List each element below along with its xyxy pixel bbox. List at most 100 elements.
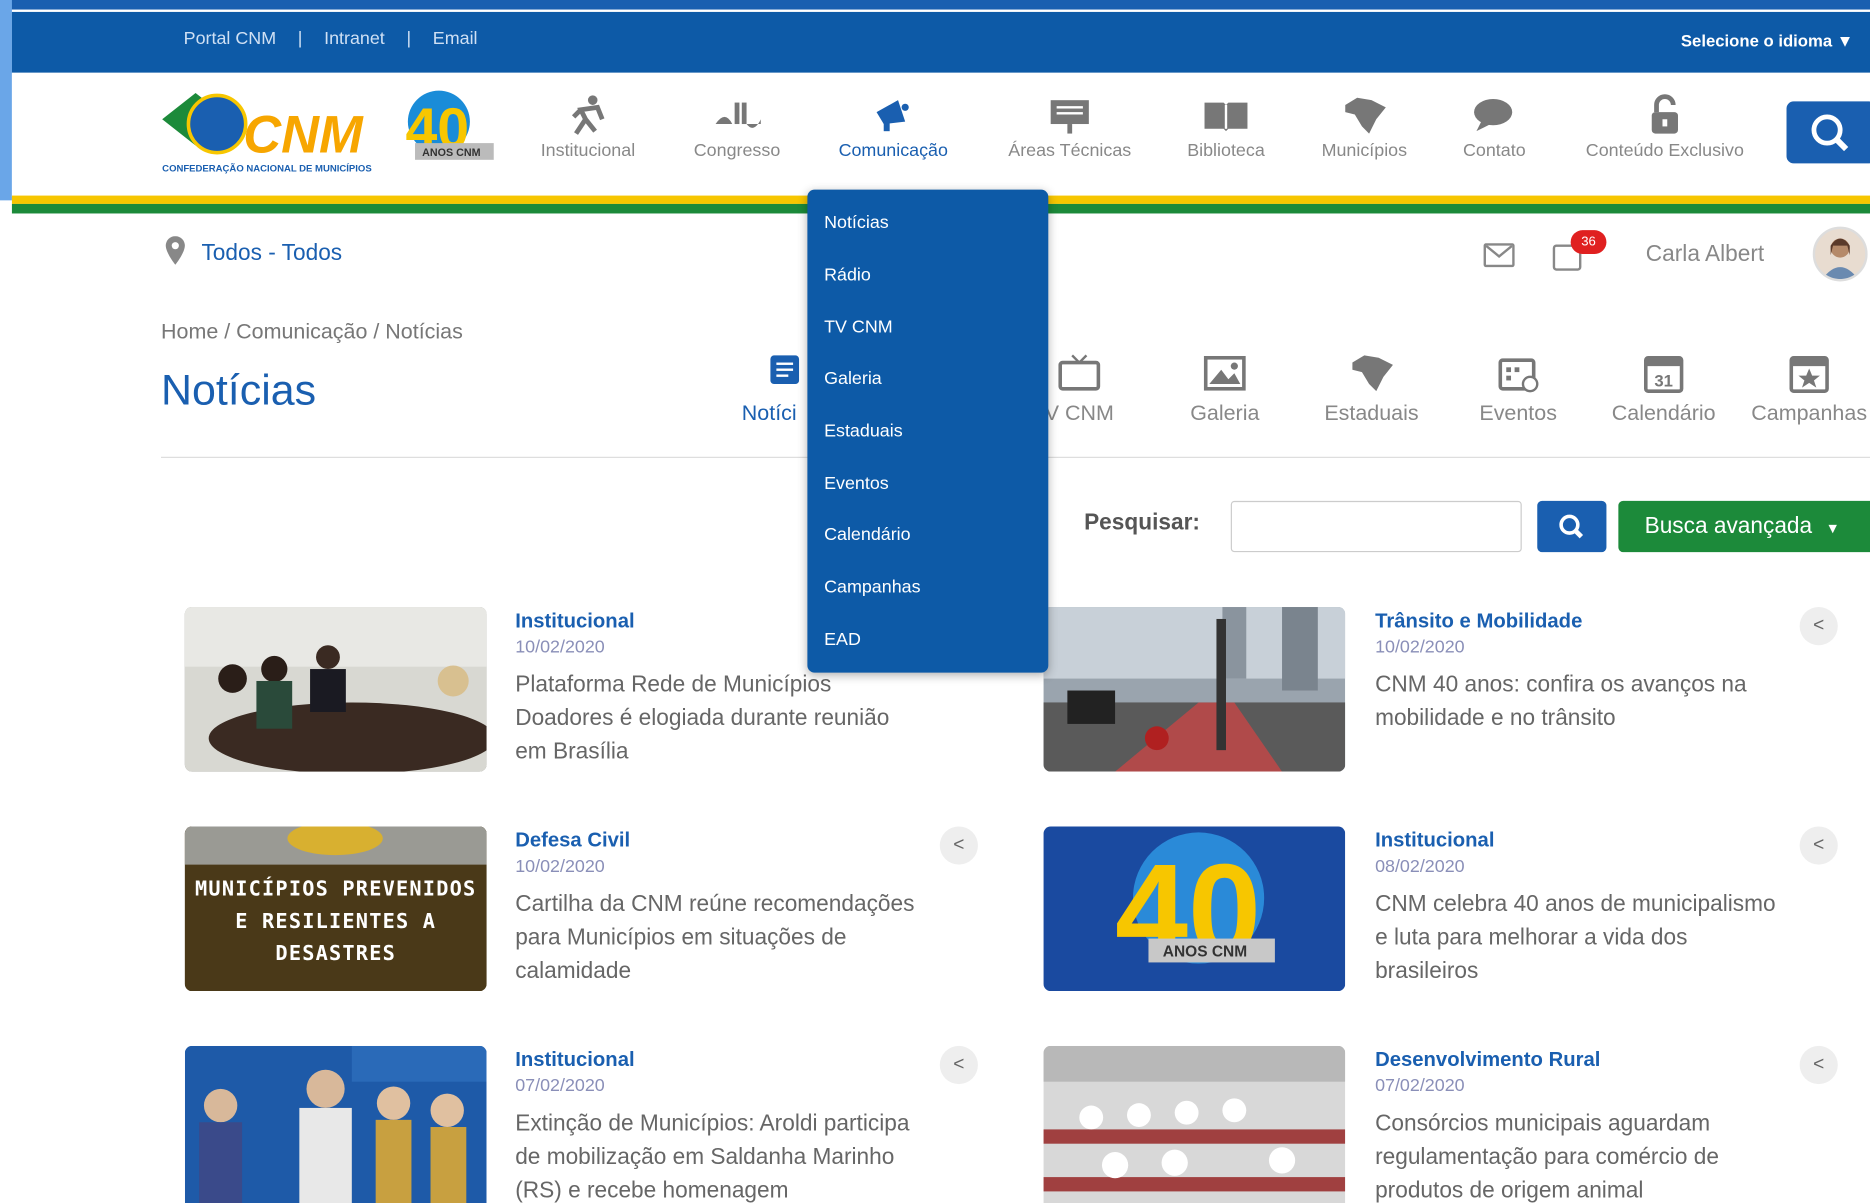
- news-title[interactable]: Cartilha da CNM reúne recomendações para…: [515, 888, 992, 988]
- nav-label: Contato: [1462, 140, 1526, 162]
- news-title-line: para Municípios em situações de: [515, 925, 847, 951]
- dropdown-item-tv-cnm[interactable]: TV CNM: [824, 317, 893, 337]
- news-category[interactable]: Institucional: [515, 609, 634, 633]
- news-title[interactable]: Plataforma Rede de Municípios Doadores é…: [515, 669, 992, 769]
- news-image-rural[interactable]: [1043, 1045, 1346, 1203]
- share-button[interactable]: <: [1799, 607, 1838, 646]
- location-selector[interactable]: Todos - Todos: [165, 236, 342, 272]
- dropdown-item-noticias[interactable]: Notícias: [824, 212, 889, 232]
- chat-icon: [1453, 93, 1536, 141]
- subnav-label: V CNM: [1044, 400, 1114, 425]
- nav-municipios[interactable]: Municípios: [1308, 93, 1420, 161]
- dropdown-item-campanhas[interactable]: Campanhas: [824, 577, 920, 597]
- nav-label: Áreas Técnicas: [1008, 140, 1132, 162]
- nav-label: Comunicação: [838, 140, 948, 162]
- dropdown-item-estaduais[interactable]: Estaduais: [824, 421, 903, 441]
- news-title-line: Consórcios municipais aguardam: [1375, 1111, 1711, 1137]
- share-icon: <: [1813, 834, 1825, 856]
- news-category[interactable]: Defesa Civil: [515, 829, 630, 853]
- dropdown-item-eventos[interactable]: Eventos: [824, 473, 889, 493]
- share-button[interactable]: <: [939, 826, 978, 865]
- notification-badge: 36: [1570, 230, 1607, 255]
- window-left-edge: [0, 0, 12, 201]
- running-person-icon: [527, 93, 649, 141]
- nav-conteudo-exclusivo[interactable]: Conteúdo Exclusivo: [1567, 93, 1763, 161]
- calendar-icon: 31: [1598, 353, 1729, 401]
- subnav-galeria[interactable]: Galeria: [1159, 353, 1290, 426]
- subnav-label: Notíci: [741, 400, 797, 425]
- subnav-calendario[interactable]: 31 Calendário: [1598, 353, 1729, 426]
- news-category[interactable]: Institucional: [515, 1048, 634, 1072]
- cnm-logo[interactable]: CNM CONFEDERAÇÃO NACIONAL DE MUNICÍPIOS …: [160, 83, 496, 178]
- subnav-campanhas[interactable]: Campanhas: [1744, 353, 1870, 426]
- book-icon: [1175, 93, 1278, 141]
- user-name[interactable]: Carla Albert: [1646, 242, 1764, 268]
- news-title[interactable]: CNM celebra 40 anos de municipalismo e l…: [1375, 888, 1852, 988]
- intranet-link[interactable]: Intranet: [324, 29, 385, 49]
- subnav-eventos[interactable]: Eventos: [1453, 353, 1584, 426]
- subnav-noticias[interactable]: Notíci: [720, 353, 815, 426]
- breadcrumb[interactable]: Home / Comunicação / Notícias: [161, 320, 463, 345]
- dropdown-item-ead[interactable]: EAD: [824, 630, 861, 650]
- congress-icon: [682, 93, 792, 141]
- news-title[interactable]: Extinção de Municípios: Aroldi participa…: [515, 1108, 992, 1203]
- dropdown-item-radio[interactable]: Rádio: [824, 265, 871, 285]
- nav-comunicacao[interactable]: Comunicação: [823, 93, 964, 161]
- news-date: 10/02/2020: [515, 856, 605, 877]
- subnav-label: Galeria: [1190, 400, 1260, 425]
- share-button[interactable]: <: [939, 1045, 978, 1085]
- news-title-line: regulamentação para comércio de: [1375, 1144, 1719, 1170]
- news-title-line: CNM 40 anos: confira os avanços na: [1375, 672, 1747, 698]
- logo-text: CNM: [243, 107, 364, 165]
- nav-label: Conteúdo Exclusivo: [1585, 140, 1744, 162]
- subnav-label: Calendário: [1611, 400, 1716, 425]
- language-select[interactable]: Selecione o idioma ▼: [1681, 31, 1853, 50]
- window-top-edge: [0, 0, 1870, 10]
- news-category[interactable]: Trânsito e Mobilidade: [1375, 609, 1582, 633]
- news-title-line: e luta para melhorar a vida dos: [1375, 925, 1688, 951]
- news-title-line: Extinção de Municípios: Aroldi participa: [515, 1111, 910, 1137]
- news-title-line: CNM celebra 40 anos de municipalismo: [1375, 892, 1776, 918]
- nav-label: Biblioteca: [1187, 140, 1265, 162]
- advanced-search-button[interactable]: Busca avançada ▼: [1618, 500, 1870, 553]
- news-image-meeting[interactable]: [184, 607, 487, 772]
- search-button[interactable]: [1537, 500, 1607, 553]
- news-image-traffic[interactable]: [1043, 607, 1346, 772]
- mail-icon[interactable]: [1483, 243, 1515, 268]
- image-caption-line: E RESILIENTES A: [235, 909, 437, 934]
- news-image-defesa-civil[interactable]: MUNICÍPIOS PREVENIDOS E RESILIENTES A DE…: [184, 826, 487, 992]
- search-icon: [1559, 514, 1584, 539]
- page: Portal CNM | Intranet | Email Selecione …: [0, 0, 1870, 1203]
- subnav-label: Campanhas: [1751, 400, 1868, 425]
- news-category[interactable]: Institucional: [1375, 829, 1494, 853]
- news-title[interactable]: Consórcios municipais aguardam regulamen…: [1375, 1108, 1852, 1203]
- portal-cnm-link[interactable]: Portal CNM: [184, 29, 276, 49]
- image-anos-cnm-text: ANOS CNM: [1163, 943, 1247, 960]
- news-title[interactable]: CNM 40 anos: confira os avanços na mobil…: [1375, 669, 1852, 736]
- avatar[interactable]: [1812, 226, 1868, 282]
- nav-contato[interactable]: Contato: [1453, 93, 1536, 161]
- email-link[interactable]: Email: [433, 29, 478, 49]
- header-search-button[interactable]: [1786, 101, 1870, 164]
- share-button[interactable]: <: [1799, 826, 1838, 865]
- map-pin-icon: [165, 236, 186, 272]
- news-image-mobilizacao[interactable]: [184, 1045, 487, 1203]
- share-button[interactable]: <: [1799, 1045, 1838, 1085]
- nav-congresso[interactable]: Congresso: [682, 93, 792, 161]
- news-date: 07/02/2020: [515, 1075, 605, 1096]
- search-input[interactable]: [1230, 500, 1522, 553]
- subnav-estaduais[interactable]: Estaduais: [1306, 353, 1437, 426]
- news-image-40-anos[interactable]: 40 ANOS CNM: [1043, 826, 1346, 992]
- dropdown-item-galeria[interactable]: Galeria: [824, 369, 882, 389]
- brazil-map-icon: [1308, 93, 1420, 141]
- news-category[interactable]: Desenvolvimento Rural: [1375, 1048, 1600, 1072]
- share-icon: <: [1813, 1054, 1825, 1075]
- nav-institucional[interactable]: Institucional: [527, 93, 649, 161]
- document-icon: [720, 353, 815, 401]
- news-title-line: produtos de origem animal: [1375, 1178, 1644, 1203]
- presentation-icon: [996, 93, 1144, 141]
- news-title-line: (RS) e recebe homenagem: [515, 1178, 789, 1203]
- nav-biblioteca[interactable]: Biblioteca: [1175, 93, 1278, 161]
- nav-areas-tecnicas[interactable]: Áreas Técnicas: [996, 93, 1144, 161]
- dropdown-item-calendario[interactable]: Calendário: [824, 525, 911, 545]
